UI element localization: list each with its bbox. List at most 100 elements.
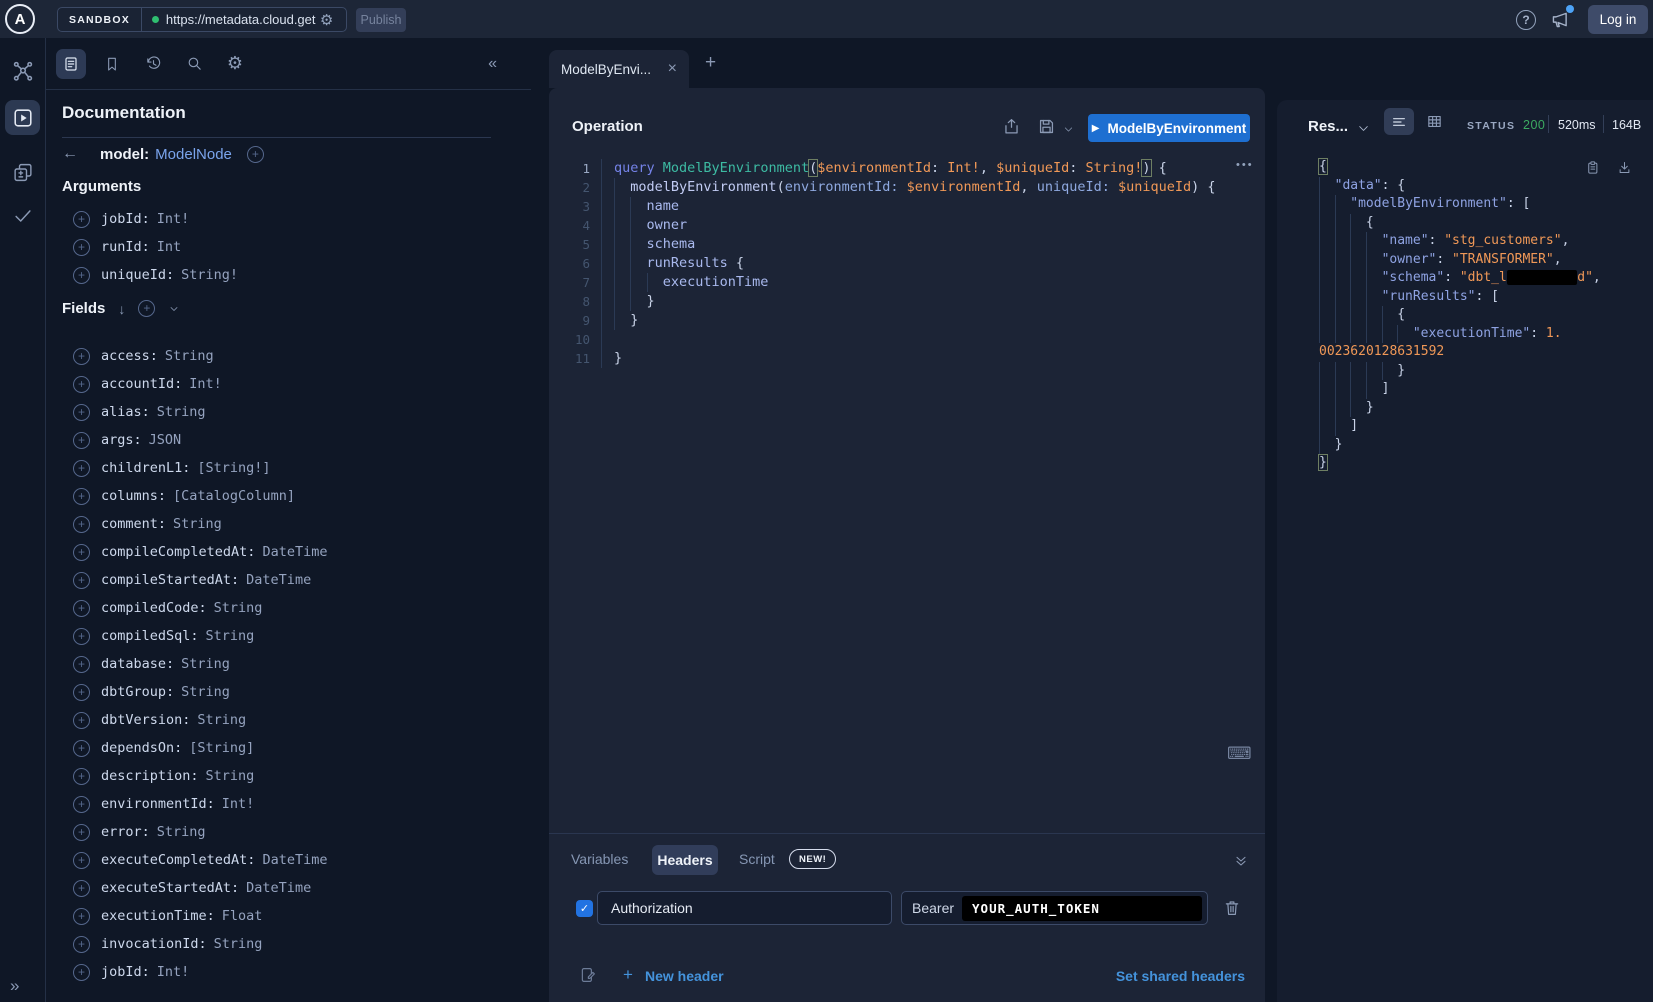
field-type[interactable]: DateTime — [262, 544, 327, 560]
raw-view-toggle-active[interactable] — [1384, 108, 1414, 135]
share-icon[interactable] — [1002, 117, 1021, 136]
keyboard-shortcuts-icon[interactable]: ⌨ — [1227, 744, 1252, 764]
field-name[interactable]: dependsOn: — [101, 740, 182, 756]
header-enabled-checkbox[interactable]: ✓ — [576, 900, 593, 917]
add-to-query-icon[interactable]: + — [73, 544, 90, 561]
add-to-query-icon[interactable]: + — [73, 239, 90, 256]
add-to-query-icon[interactable]: + — [73, 572, 90, 589]
field-type[interactable]: [String!] — [197, 460, 270, 476]
field-name[interactable]: access: — [101, 348, 158, 364]
table-view-toggle-icon[interactable] — [1426, 113, 1443, 130]
operation-tab[interactable]: ModelByEnvi... × — [549, 50, 689, 88]
field-name[interactable]: alias: — [101, 404, 150, 420]
changelog-icon[interactable] — [12, 162, 33, 183]
add-to-query-icon[interactable]: + — [73, 267, 90, 284]
add-to-query-icon[interactable]: + — [73, 376, 90, 393]
field-type[interactable]: String — [157, 404, 206, 420]
new-header-plus-icon[interactable]: + — [623, 965, 633, 985]
field-type[interactable]: String — [214, 600, 263, 616]
editor-menu-dots-icon[interactable]: ••• — [1236, 159, 1254, 171]
header-key-input[interactable] — [597, 891, 892, 925]
field-type[interactable]: String — [181, 656, 230, 672]
response-json[interactable]: { "data": { "modelByEnvironment": [ { "n… — [1319, 158, 1601, 473]
field-type[interactable]: String — [206, 628, 255, 644]
add-to-query-icon[interactable]: + — [73, 684, 90, 701]
add-to-query-icon[interactable]: + — [73, 824, 90, 841]
collapse-docs-icon[interactable]: « — [488, 55, 497, 73]
field-name[interactable]: childrenL1: — [101, 460, 190, 476]
publish-button[interactable]: Publish — [356, 8, 406, 32]
field-type[interactable]: DateTime — [262, 852, 327, 868]
field-name[interactable]: compileCompletedAt: — [101, 544, 255, 560]
field-type[interactable]: String — [206, 768, 255, 784]
documentation-tab-icon[interactable] — [56, 49, 86, 79]
close-tab-icon[interactable]: × — [668, 60, 677, 78]
checks-icon[interactable] — [12, 205, 34, 227]
header-value-input[interactable]: Bearer YOUR_AUTH_TOKEN — [901, 891, 1208, 925]
run-operation-button[interactable]: ▶ ModelByEnvironment — [1088, 114, 1250, 142]
field-type[interactable]: String — [197, 712, 246, 728]
settings-gear-icon[interactable]: ⚙ — [220, 49, 250, 79]
field-name[interactable]: jobId: — [101, 211, 150, 227]
saved-operations-icon[interactable] — [97, 49, 127, 79]
field-name[interactable]: executeCompletedAt: — [101, 852, 255, 868]
add-to-query-icon[interactable]: + — [73, 600, 90, 617]
tab-script[interactable]: Script — [739, 851, 775, 867]
field-type[interactable]: String — [173, 516, 222, 532]
field-type[interactable]: Float — [222, 908, 263, 924]
apollo-logo[interactable]: A — [5, 4, 35, 34]
endpoint-settings-gear-icon[interactable]: ⚙ — [320, 11, 333, 29]
new-header-button[interactable]: New header — [645, 968, 724, 984]
add-to-query-icon[interactable]: + — [73, 460, 90, 477]
graph-icon[interactable] — [11, 60, 34, 83]
add-to-query-icon[interactable]: + — [247, 146, 264, 163]
field-name[interactable]: accountId: — [101, 376, 182, 392]
field-type[interactable]: String — [181, 684, 230, 700]
field-name[interactable]: compileStartedAt: — [101, 572, 239, 588]
login-button[interactable]: Log in — [1588, 5, 1648, 34]
field-name[interactable]: description: — [101, 768, 199, 784]
add-to-query-icon[interactable]: + — [73, 404, 90, 421]
response-dropdown-chevron-icon[interactable] — [1357, 122, 1370, 135]
save-icon[interactable] — [1037, 117, 1056, 136]
chevron-down-icon[interactable] — [168, 303, 180, 315]
field-type[interactable]: DateTime — [246, 880, 311, 896]
explorer-nav-item-active[interactable] — [5, 100, 40, 135]
field-name[interactable]: dbtGroup: — [101, 684, 174, 700]
add-to-query-icon[interactable]: + — [73, 488, 90, 505]
field-name[interactable]: error: — [101, 824, 150, 840]
field-name[interactable]: executeStartedAt: — [101, 880, 239, 896]
add-to-query-icon[interactable]: + — [73, 852, 90, 869]
add-to-query-icon[interactable]: + — [73, 908, 90, 925]
field-type[interactable]: [CatalogColumn] — [173, 488, 295, 504]
field-name[interactable]: jobId: — [101, 964, 150, 980]
field-type[interactable]: Int! — [189, 376, 222, 392]
save-dropdown-chevron-icon[interactable] — [1063, 124, 1074, 135]
expand-rail-icon[interactable]: » — [10, 976, 19, 996]
field-type[interactable]: Int! — [157, 964, 190, 980]
field-type[interactable]: [String] — [189, 740, 254, 756]
field-name[interactable]: executionTime: — [101, 908, 215, 924]
field-type[interactable]: Int — [157, 239, 181, 255]
back-arrow-icon[interactable]: ← — [62, 145, 82, 163]
new-tab-icon[interactable]: + — [705, 52, 716, 74]
field-name[interactable]: invocationId: — [101, 936, 207, 952]
sort-icon[interactable]: ↓ — [118, 301, 125, 317]
endpoint-url-input[interactable]: https://metadata.cloud.get — [166, 12, 318, 27]
help-icon[interactable]: ? — [1516, 10, 1536, 30]
history-icon[interactable] — [138, 49, 168, 79]
add-to-query-icon[interactable]: + — [73, 211, 90, 228]
field-name[interactable]: columns: — [101, 488, 166, 504]
delete-header-trash-icon[interactable] — [1223, 899, 1241, 917]
tab-variables[interactable]: Variables — [571, 851, 628, 867]
field-name[interactable]: runId: — [101, 239, 150, 255]
add-to-query-icon[interactable]: + — [73, 656, 90, 673]
field-name[interactable]: comment: — [101, 516, 166, 532]
field-type[interactable]: Int! — [222, 796, 255, 812]
add-to-query-icon[interactable]: + — [73, 880, 90, 897]
field-type[interactable]: JSON — [149, 432, 182, 448]
field-type[interactable]: DateTime — [246, 572, 311, 588]
collapse-panel-double-chevron-icon[interactable] — [1233, 853, 1249, 869]
add-to-query-icon[interactable]: + — [73, 432, 90, 449]
search-icon[interactable] — [179, 49, 209, 79]
